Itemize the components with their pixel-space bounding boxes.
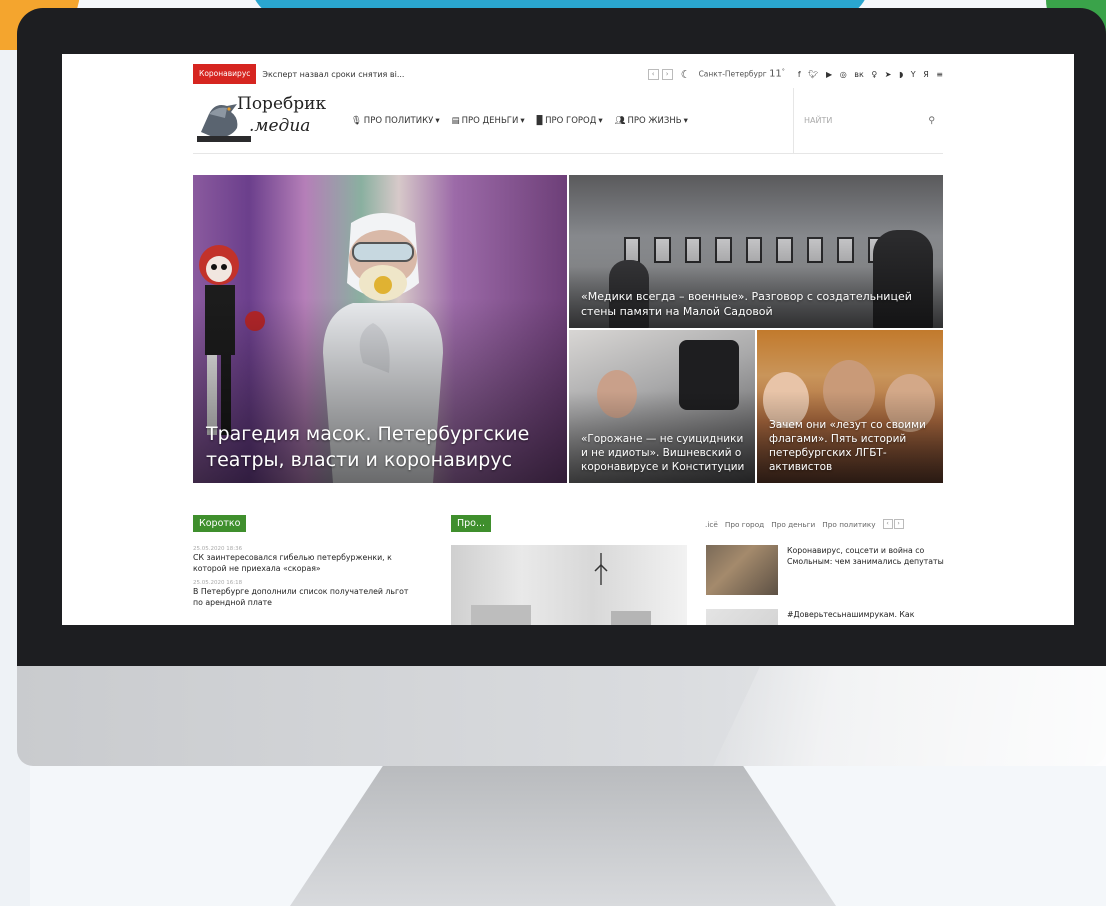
category-tabs: .ісё Про город Про деньги Про политику ‹…	[705, 519, 943, 529]
article-title[interactable]: Коронавирус, соцсети и война со Смольным…	[787, 545, 944, 595]
list-item[interactable]: 25.05.2020 18:36 СК заинтересовался гибе…	[193, 546, 418, 574]
section-tag-middle[interactable]: Про...	[451, 515, 492, 532]
tab-money[interactable]: Про деньги	[771, 520, 815, 529]
hero-bottom-left-article[interactable]: «Горожане — не суицидники и не идиоты». …	[569, 330, 755, 483]
middle-article-image[interactable]	[451, 545, 687, 625]
hero-main-caption[interactable]: Трагедия масок. Петербургские театры, вл…	[206, 421, 556, 473]
hero-top-right-caption[interactable]: «Медики всегда – военные». Разговор с со…	[581, 289, 931, 319]
ticker-prev-button[interactable]: ‹	[647, 68, 659, 80]
odnoklassniki-icon[interactable]: ♀	[871, 70, 877, 79]
article-thumbnail[interactable]	[706, 609, 778, 625]
facebook-icon[interactable]: f	[798, 70, 801, 79]
hero-bottom-left-caption[interactable]: «Горожане — не суицидники и не идиоты». …	[581, 432, 751, 474]
logo-text-line1: Поребрик	[237, 93, 327, 114]
hero-bottom-right-article[interactable]: Зачем они «лезут со своими флагами». Пят…	[757, 330, 943, 483]
hero-grid: Трагедия масок. Петербургские театры, вл…	[193, 175, 943, 483]
youtube-icon[interactable]: ▶	[826, 70, 832, 79]
temperature: 11	[769, 68, 782, 80]
monitor-stand	[290, 766, 836, 906]
list-item[interactable]: #Доверьтесьнашимрукам. Как	[706, 609, 944, 625]
temperature-unit: °	[781, 68, 785, 76]
news-date: 25.05.2020 18:36	[193, 546, 243, 552]
hero-main-article[interactable]: Трагедия масок. Петербургские театры, вл…	[193, 175, 567, 483]
twitter-icon[interactable]: 🐦︎	[808, 70, 818, 79]
article-thumbnail[interactable]	[706, 545, 778, 595]
top-bar: Коронавирус Эксперт назвал сроки снятия …	[193, 64, 943, 84]
yandex-icon[interactable]: Я	[923, 70, 929, 79]
news-title[interactable]: СК заинтересовался гибелью петербурженки…	[193, 553, 418, 574]
nav-item-label: ПРО ГОРОД	[545, 115, 597, 126]
article-title[interactable]: #Доверьтесьнашимрукам. Как	[787, 609, 914, 625]
rss-icon[interactable]: ◗	[899, 70, 903, 79]
breaking-news-label[interactable]: Коронавирус	[193, 64, 257, 84]
top-bar-right: ‹ › ☾ Санкт-Петербург 11° f 🐦︎ ▶ ◎ вк ♀ …	[647, 68, 943, 81]
tabs-next-button[interactable]: ›	[893, 519, 904, 529]
website-screen: Коронавирус Эксперт назвал сроки снятия …	[62, 54, 1074, 625]
menu-icon[interactable]: ≡	[936, 70, 943, 79]
social-icons: f 🐦︎ ▶ ◎ вк ♀ ➤ ◗ Y Я ≡	[793, 70, 943, 79]
money-icon: ▤	[451, 115, 460, 126]
logo-text-line2: .медиа	[249, 115, 311, 136]
moon-icon[interactable]: ☾	[681, 68, 691, 81]
chevron-down-icon: ▾	[683, 115, 688, 126]
search-input[interactable]: НАЙТИ ⚲	[793, 87, 943, 154]
nav-item-life[interactable]: 👥︎ ПРО ЖИЗНЬ ▾	[615, 116, 688, 126]
tab-politics[interactable]: Про политику	[822, 520, 875, 529]
instagram-icon[interactable]: ◎	[840, 70, 847, 79]
yandex-zen-icon[interactable]: Y	[911, 70, 916, 79]
chevron-down-icon: ▾	[435, 115, 440, 126]
briefly-news-list: 25.05.2020 18:36 СК заинтересовался гибе…	[193, 546, 418, 614]
hospital-scene-image	[471, 553, 651, 625]
site-logo[interactable]: Поребрик .медиа	[193, 90, 333, 152]
chevron-down-icon: ▾	[598, 115, 603, 126]
tab-all[interactable]: .ісё	[705, 520, 718, 529]
nav-item-money[interactable]: ▤ ПРО ДЕНЬГИ ▾	[452, 116, 525, 126]
ticker-next-button[interactable]: ›	[661, 68, 673, 80]
building-icon: ▉	[536, 115, 544, 126]
news-ticker[interactable]: Эксперт назвал сроки снятия ві...	[262, 70, 562, 79]
chevron-down-icon: ▾	[520, 115, 525, 126]
weather-widget: Санкт-Петербург 11°	[699, 68, 785, 80]
news-date: 25.05.2020 16:18	[193, 580, 243, 586]
monitor-chin-shine	[713, 666, 1106, 766]
city-name: Санкт-Петербург	[698, 69, 767, 79]
tab-city[interactable]: Про город	[725, 520, 764, 529]
list-item[interactable]: 25.05.2020 16:18 В Петербурге дополнили …	[193, 580, 418, 608]
nav-item-label: ПРО ДЕНЬГИ	[461, 115, 519, 126]
nav-item-politics[interactable]: 🎙︎ ПРО ПОЛИТИКУ ▾	[351, 116, 440, 126]
section-tag-briefly[interactable]: Коротко	[193, 515, 247, 532]
search-icon[interactable]: ⚲	[928, 116, 935, 126]
list-item[interactable]: Коронавирус, соцсети и война со Смольным…	[706, 545, 944, 595]
search-placeholder: НАЙТИ	[804, 116, 833, 125]
microphone-icon: 🎙︎	[351, 115, 362, 126]
site-header: Поребрик .медиа 🎙︎ ПРО ПОЛИТИКУ ▾ ▤ ПРО …	[193, 87, 943, 154]
people-icon: 👥︎	[614, 115, 626, 126]
news-title[interactable]: В Петербурге дополнили список получателе…	[193, 587, 418, 608]
hero-top-right-article[interactable]: «Медики всегда – военные». Разговор с со…	[569, 175, 943, 328]
tabs-prev-button[interactable]: ‹	[882, 519, 893, 529]
telegram-icon[interactable]: ➤	[885, 70, 892, 79]
nav-item-label: ПРО ЖИЗНЬ	[627, 115, 682, 126]
hero-bottom-right-caption[interactable]: Зачем они «лезут со своими флагами». Пят…	[769, 418, 939, 474]
main-nav: 🎙︎ ПРО ПОЛИТИКУ ▾ ▤ ПРО ДЕНЬГИ ▾ ▉ ПРО Г…	[351, 116, 688, 126]
vk-icon[interactable]: вк	[854, 70, 864, 79]
nav-item-label: ПРО ПОЛИТИКУ	[363, 115, 434, 126]
nav-item-city[interactable]: ▉ ПРО ГОРОД ▾	[537, 116, 603, 126]
